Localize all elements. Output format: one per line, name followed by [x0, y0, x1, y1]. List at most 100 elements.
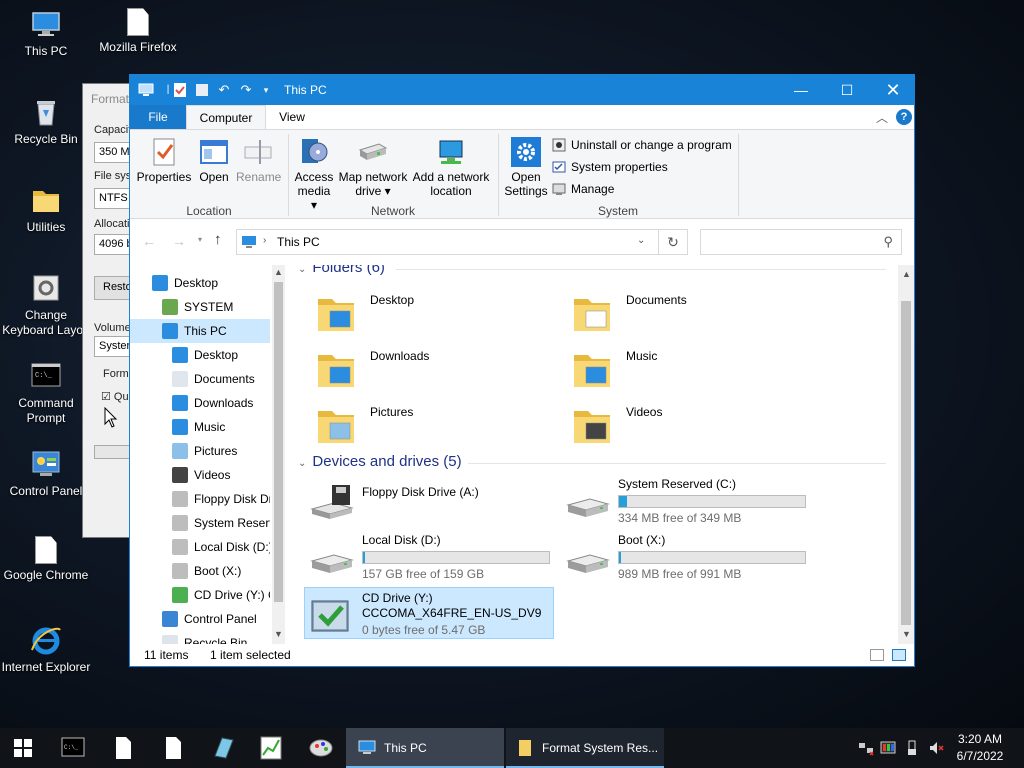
scroll-thumb[interactable] [274, 282, 283, 602]
folder-icon [574, 355, 610, 387]
drives-group-header[interactable]: ⌄ Devices and drives (5) [298, 453, 462, 470]
details-view-icon[interactable] [870, 649, 884, 661]
address-dropdown-icon[interactable]: ⌄ [637, 235, 645, 246]
drive-name-line: CD Drive (Y:) [362, 591, 433, 605]
breadcrumb[interactable]: This PC [277, 235, 320, 249]
scroll-down-icon[interactable]: ▼ [274, 629, 283, 639]
nav-item[interactable]: Documents [130, 367, 270, 391]
scroll-up-icon[interactable]: ▲ [902, 269, 911, 279]
quick-format-checkbox[interactable]: ☑ Qu [101, 390, 129, 403]
recent-locations-icon[interactable]: ▾ [198, 235, 202, 244]
search-input[interactable]: ⚲ [700, 229, 902, 255]
clock[interactable]: 3:20 AM 6/7/2022 [946, 731, 1014, 765]
desktop-icon-firefox[interactable]: Mozilla Firefox [92, 8, 184, 55]
nav-item[interactable]: System Reserve [130, 511, 270, 535]
minimize-button[interactable]: — [778, 75, 824, 105]
drive-item[interactable]: Local Disk (D:) 157 GB free of 159 GB [304, 533, 554, 585]
drive-item[interactable]: Floppy Disk Drive (A:) [304, 477, 554, 529]
nav-item[interactable]: This PC [130, 319, 270, 343]
nav-item[interactable]: Control Panel [130, 607, 270, 631]
undo-icon[interactable]: ↶ [216, 82, 232, 98]
rename-button[interactable]: Rename [236, 136, 281, 184]
tab-computer[interactable]: Computer [186, 105, 266, 129]
command-prompt-taskbar-icon[interactable]: C:\_ [50, 728, 96, 768]
taskbar-button-this-pc[interactable]: This PC [346, 728, 504, 768]
network-icon[interactable] [858, 740, 874, 756]
scroll-up-icon[interactable]: ▲ [274, 267, 283, 277]
navigation-scrollbar[interactable]: ▲ ▼ [272, 265, 285, 644]
map-network-drive-button[interactable]: Map network drive ▾ [336, 136, 410, 198]
add-network-location-button[interactable]: Add a network location [412, 136, 490, 198]
open-settings-button[interactable]: Open Settings [502, 136, 550, 198]
collapse-ribbon-icon[interactable]: ︿ [876, 109, 888, 126]
nav-item[interactable]: SYSTEM [130, 295, 270, 319]
title-bar[interactable]: | ↶ ↷ ▾ This PC — ☐ ✕ [130, 75, 914, 105]
customize-quick-access-icon[interactable]: ▾ [258, 82, 274, 98]
nav-item[interactable]: Videos [130, 463, 270, 487]
scroll-down-icon[interactable]: ▼ [902, 629, 911, 639]
file-taskbar-icon[interactable] [150, 728, 196, 768]
address-bar-row: ← → ▾ ↑ › This PC ⌄ ↻ ⚲ [130, 219, 914, 265]
drive-item[interactable]: Boot (X:) 989 MB free of 991 MB [560, 533, 810, 585]
new-folder-quick-icon[interactable] [194, 82, 210, 98]
nav-item[interactable]: Music [130, 415, 270, 439]
system-properties-button[interactable]: System properties [552, 160, 668, 174]
volume-muted-icon[interactable] [928, 740, 944, 756]
desktop-icon-internet-explorer[interactable]: Internet Explorer [0, 624, 92, 675]
drive-item[interactable]: System Reserved (C:) 334 MB free of 349 M… [560, 477, 810, 529]
nav-item[interactable]: Desktop [130, 271, 270, 295]
properties-quick-icon[interactable] [172, 82, 188, 98]
folder-item[interactable]: Music [566, 343, 816, 395]
content-scrollbar[interactable]: ▲ ▼ [898, 265, 914, 644]
help-icon[interactable]: ? [896, 109, 912, 125]
display-icon[interactable] [880, 740, 896, 756]
access-media-button[interactable]: Access media ▾ [294, 136, 334, 212]
folders-group-header[interactable]: ⌄ Folders (6) [298, 265, 385, 276]
close-button[interactable]: ✕ [870, 75, 916, 105]
manage-button[interactable]: Manage [552, 182, 614, 196]
folder-item[interactable]: Downloads [310, 343, 560, 395]
nav-item[interactable]: Boot (X:) [130, 559, 270, 583]
address-bar[interactable]: › This PC ⌄ [236, 229, 688, 255]
maximize-button[interactable]: ☐ [824, 75, 870, 105]
drive-item[interactable]: CD Drive (Y:) CCCOMA_X64FRE_EN-US_DV9 0 by… [304, 589, 554, 641]
group-location-label: Location [186, 204, 232, 218]
nav-item[interactable]: Local Disk (D:) [130, 535, 270, 559]
back-icon[interactable]: ← [142, 233, 156, 249]
nav-item[interactable]: Desktop [130, 343, 270, 367]
folder-item[interactable]: Documents [566, 287, 816, 339]
forward-icon[interactable]: → [172, 233, 186, 249]
up-arrow-icon[interactable]: ↑ [214, 231, 222, 248]
start-windows-icon[interactable] [0, 728, 46, 768]
desktop-icon-recycle-bin[interactable]: Recycle Bin [0, 96, 92, 147]
desktop-icon-command-prompt[interactable]: C:\_ Command Prompt [0, 360, 92, 426]
scroll-thumb[interactable] [901, 301, 911, 625]
desktop-icon-utilities[interactable]: Utilities [0, 184, 92, 235]
nav-item[interactable]: Pictures [130, 439, 270, 463]
file-taskbar-icon[interactable] [100, 728, 146, 768]
taskbar-button-format[interactable]: Format System Res... [506, 728, 664, 768]
nav-item[interactable]: CD Drive (Y:) C [130, 583, 270, 607]
desktop-icon-control-panel[interactable]: Control Panel [0, 448, 92, 499]
notepad-taskbar-icon[interactable] [200, 728, 246, 768]
paint-taskbar-icon[interactable] [298, 728, 344, 768]
desktop-icon-google-chrome[interactable]: Google Chrome [0, 536, 92, 583]
chart-taskbar-icon[interactable] [248, 728, 294, 768]
folder-item[interactable]: Videos [566, 399, 816, 451]
refresh-button[interactable]: ↻ [658, 229, 688, 255]
tab-file[interactable]: File [130, 105, 186, 129]
folder-item[interactable]: Desktop [310, 287, 560, 339]
nav-item[interactable]: Floppy Disk Dri [130, 487, 270, 511]
folder-item[interactable]: Pictures [310, 399, 560, 451]
tab-view[interactable]: View [266, 105, 318, 129]
redo-icon[interactable]: ↷ [238, 82, 254, 98]
nav-item[interactable]: Downloads [130, 391, 270, 415]
desktop-icon-this-pc[interactable]: This PC [0, 8, 92, 59]
usb-icon[interactable] [904, 740, 920, 756]
uninstall-program-button[interactable]: Uninstall or change a program [552, 138, 732, 152]
nav-item[interactable]: Recycle Bin [130, 631, 270, 644]
large-icons-view-icon[interactable] [892, 649, 906, 661]
open-button[interactable]: Open [194, 136, 234, 184]
properties-button[interactable]: Properties [136, 136, 192, 184]
desktop-icon-change-keyboard-layout[interactable]: Change Keyboard Layou [0, 272, 92, 338]
